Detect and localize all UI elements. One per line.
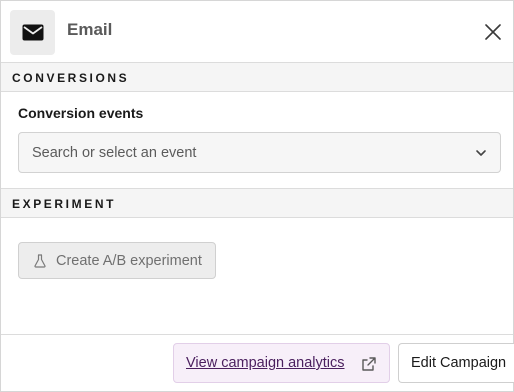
- conversions-section-header: CONVERSIONS: [1, 62, 513, 92]
- conversion-events-label: Conversion events: [18, 105, 144, 121]
- panel-header: Email: [1, 1, 513, 63]
- create-ab-experiment-label: Create A/B experiment: [56, 252, 202, 269]
- chevron-down-icon: [474, 146, 488, 160]
- experiment-section-header: EXPERIMENT: [1, 188, 513, 218]
- email-settings-panel: Email CONVERSIONS Conversion events Sear…: [0, 0, 514, 392]
- view-campaign-analytics-label: View campaign analytics: [186, 355, 345, 371]
- edit-campaign-button[interactable]: Edit Campaign: [398, 343, 514, 383]
- conversions-section-title: CONVERSIONS: [12, 71, 130, 85]
- view-campaign-analytics-button[interactable]: View campaign analytics: [173, 343, 390, 383]
- envelope-icon: [10, 10, 55, 55]
- footer-divider: [1, 334, 513, 335]
- flask-icon: [33, 253, 47, 269]
- conversion-events-select[interactable]: Search or select an event: [18, 132, 501, 173]
- external-link-icon: [361, 356, 377, 372]
- panel-title: Email: [67, 20, 113, 39]
- create-ab-experiment-button[interactable]: Create A/B experiment: [18, 242, 216, 279]
- conversion-events-placeholder: Search or select an event: [32, 145, 197, 161]
- close-icon[interactable]: [483, 22, 503, 42]
- experiment-section-title: EXPERIMENT: [12, 197, 117, 211]
- edit-campaign-label: Edit Campaign: [411, 355, 507, 371]
